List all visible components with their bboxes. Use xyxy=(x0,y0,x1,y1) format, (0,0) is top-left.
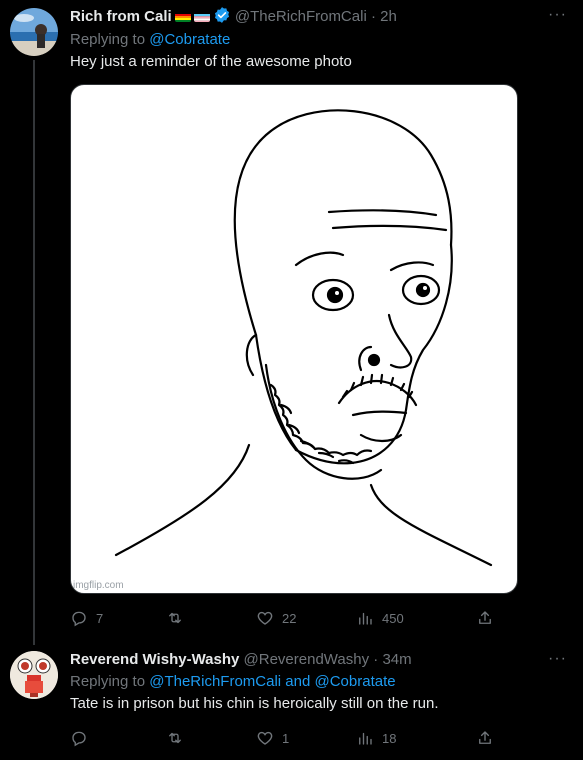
tweet-text: Hey just a reminder of the awesome photo xyxy=(70,53,352,70)
tweet-text: Tate is in prison but his chin is heroic… xyxy=(70,695,439,712)
replying-to: Replying to @TheRichFromCali and @Cobrat… xyxy=(70,673,396,690)
replying-prefix: Replying to xyxy=(70,31,150,48)
retweet-icon xyxy=(169,732,181,744)
view-count: 450 xyxy=(382,610,404,626)
tweet-header: Rich from Cali @TheRichFromCali · 2h xyxy=(70,6,397,26)
reply-button[interactable] xyxy=(70,728,96,748)
timestamp[interactable]: 34m xyxy=(382,651,411,668)
mention-link[interactable]: @Cobratate xyxy=(149,31,230,48)
view-count: 18 xyxy=(382,730,397,746)
user-handle[interactable]: @ReverendWashy xyxy=(244,651,370,668)
analytics-icon xyxy=(359,612,372,625)
retweet-button[interactable] xyxy=(166,608,192,628)
avatar[interactable] xyxy=(10,8,58,56)
user-handle[interactable]: @TheRichFromCali xyxy=(235,8,367,25)
verified-badge-icon xyxy=(213,6,231,30)
retweet-button[interactable] xyxy=(166,728,192,748)
like-button[interactable]: 1 xyxy=(256,728,289,748)
tweet-image[interactable]: imgflip.com xyxy=(70,84,518,594)
mention-link[interactable]: @TheRichFromCali and @Cobratate xyxy=(149,673,395,690)
more-options-button[interactable]: ··· xyxy=(548,650,567,668)
separator-dot: · xyxy=(370,8,376,25)
like-count: 1 xyxy=(282,730,290,746)
wojak-meme-drawing xyxy=(114,109,493,567)
tweet[interactable]: Reverend Wishy-Washy @ReverendWashy · 34… xyxy=(0,645,583,760)
share-button[interactable] xyxy=(476,608,494,628)
image-watermark: imgflip.com xyxy=(73,580,124,591)
tweet[interactable]: Rich from Cali @TheRichFromCali · 2h ···… xyxy=(0,0,583,645)
replying-prefix: Replying to xyxy=(70,673,150,690)
separator-dot: · xyxy=(373,651,379,668)
views-button[interactable]: 450 xyxy=(356,608,404,628)
more-options-button[interactable]: ··· xyxy=(548,6,567,24)
display-name[interactable]: Reverend Wishy-Washy xyxy=(70,651,239,668)
tweet-header: Reverend Wishy-Washy @ReverendWashy · 34… xyxy=(70,650,412,670)
heart-icon xyxy=(257,731,273,745)
transgender-flag-icon xyxy=(193,11,210,22)
replying-to: Replying to @Cobratate xyxy=(70,31,230,48)
analytics-icon xyxy=(359,732,372,745)
like-count: 22 xyxy=(282,610,297,626)
reply-count: 7 xyxy=(96,610,104,626)
timestamp[interactable]: 2h xyxy=(380,8,397,25)
retweet-icon xyxy=(169,612,181,624)
action-bar: 7 22 450 xyxy=(70,608,500,628)
views-button[interactable]: 18 xyxy=(356,728,396,748)
reply-button[interactable]: 7 xyxy=(70,608,103,628)
reply-icon xyxy=(72,611,86,627)
heart-icon xyxy=(257,611,273,625)
share-button[interactable] xyxy=(476,728,494,748)
rainbow-flag-icon xyxy=(174,11,191,22)
share-icon xyxy=(479,611,491,624)
reply-icon xyxy=(72,731,86,747)
like-button[interactable]: 22 xyxy=(256,608,296,628)
share-icon xyxy=(479,731,491,744)
avatar[interactable] xyxy=(10,651,58,699)
display-name[interactable]: Rich from Cali xyxy=(70,8,172,25)
action-bar: 1 18 xyxy=(70,728,500,748)
